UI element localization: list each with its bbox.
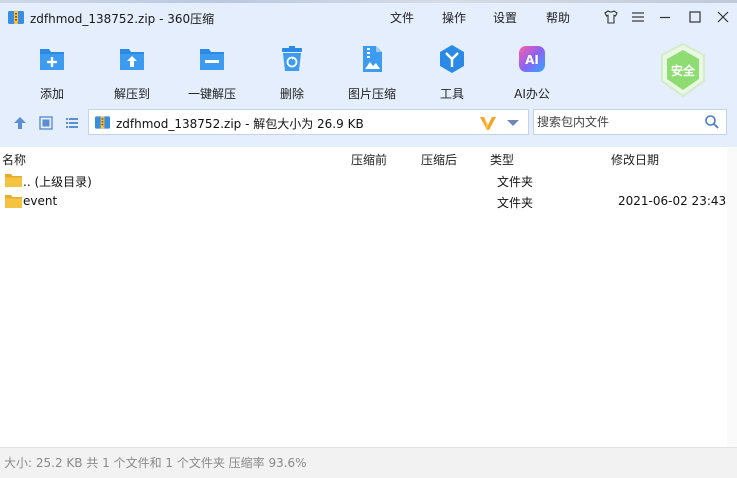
file-type: 文件夹 (497, 196, 534, 210)
ai-office-button[interactable]: AI AI办公 (496, 37, 568, 101)
address-bar[interactable]: zdfhmod_138752.zip - 解包大小为 26.9 KB (88, 109, 529, 135)
title-bar[interactable]: zdfhmod_138752.zip - 360压缩 文件 操作 设置 帮助 (0, 3, 737, 31)
maximize-icon (689, 11, 701, 23)
skin-button[interactable] (602, 8, 620, 26)
file-list-header: 名称 压缩前 压缩后 类型 修改日期 (0, 147, 737, 169)
status-text: 大小: 25.2 KB 共 1 个文件和 1 个文件夹 压缩率 93.6% (4, 456, 307, 470)
list-view-icon[interactable] (64, 115, 80, 131)
main-menu-button[interactable] (629, 8, 647, 26)
ai-office-icon: AI (519, 46, 545, 72)
column-compressed-before[interactable]: 压缩前 (351, 151, 387, 168)
table-row[interactable]: .. (上级目录) 文件夹 (0, 170, 737, 191)
one-click-extract-label: 一键解压 (187, 87, 236, 101)
maximize-button[interactable] (686, 8, 704, 26)
safe-shield-badge[interactable]: 安全 (657, 41, 709, 99)
file-name: .. (上级目录) (23, 175, 92, 189)
menu-help[interactable]: 帮助 (546, 9, 570, 26)
archive-path-text: zdfhmod_138752.zip - 解包大小为 26.9 KB (116, 117, 364, 131)
file-type: 文件夹 (497, 175, 534, 189)
extract-to-label: 解压到 (113, 87, 150, 101)
safe-badge-text: 安全 (671, 63, 696, 78)
search-icon[interactable] (704, 114, 720, 130)
add-label: 添加 (39, 87, 64, 101)
status-bar: 大小: 25.2 KB 共 1 个文件和 1 个文件夹 压缩率 93.6% (0, 447, 737, 478)
image-compress-icon (363, 46, 382, 72)
extract-to-button[interactable]: 解压到 (96, 37, 168, 101)
delete-button[interactable]: 删除 (256, 37, 328, 101)
add-icon (40, 49, 64, 70)
close-button[interactable] (714, 8, 732, 26)
one-click-extract-icon (200, 49, 224, 70)
thumbnail-view-icon[interactable] (38, 115, 54, 131)
tools-icon (440, 45, 464, 73)
address-dropdown-icon[interactable] (507, 120, 519, 126)
tools-label: 工具 (439, 87, 464, 101)
shirt-icon (604, 10, 618, 24)
delete-icon (282, 46, 302, 71)
vertical-scrollbar-track[interactable] (727, 147, 737, 447)
menu-operate[interactable]: 操作 (442, 9, 466, 26)
zip-app-icon (8, 11, 24, 24)
one-click-extract-button[interactable]: 一键解压 (176, 37, 248, 101)
app-window: zdfhmod_138752.zip - 360压缩 文件 操作 设置 帮助 添… (0, 3, 737, 478)
zip-file-icon (95, 116, 110, 129)
add-button[interactable]: 添加 (16, 37, 88, 101)
minimize-button[interactable] (656, 8, 674, 26)
file-date: 2021-06-02 23:43 (618, 194, 727, 208)
folder-icon (5, 174, 22, 187)
minimize-icon (660, 16, 670, 19)
address-row: zdfhmod_138752.zip - 解包大小为 26.9 KB (0, 101, 737, 147)
column-type[interactable]: 类型 (490, 151, 514, 168)
image-compress-label: 图片压缩 (347, 87, 396, 101)
menu-settings[interactable]: 设置 (493, 9, 517, 26)
extract-to-icon (120, 49, 144, 70)
v-logo-icon[interactable] (479, 115, 497, 131)
ai-office-label: AI办公 (514, 87, 550, 101)
menu-file[interactable]: 文件 (390, 9, 414, 26)
window-title: zdfhmod_138752.zip - 360压缩 (30, 12, 215, 26)
folder-icon (5, 195, 22, 208)
column-modified-date[interactable]: 修改日期 (611, 151, 659, 168)
file-name: event (23, 194, 58, 208)
search-box[interactable] (533, 109, 727, 135)
main-toolbar: 添加 解压到 一键解压 删除 图片压缩 工具 AI AI办公 安全 (0, 31, 737, 101)
column-compressed-after[interactable]: 压缩后 (421, 151, 457, 168)
ai-badge-text: AI (525, 53, 539, 67)
tools-button[interactable]: 工具 (416, 37, 488, 101)
close-icon (717, 11, 729, 23)
search-input[interactable] (537, 113, 697, 131)
hamburger-menu-icon (632, 12, 644, 22)
delete-label: 删除 (279, 87, 304, 101)
column-name[interactable]: 名称 (2, 151, 26, 168)
image-compress-button[interactable]: 图片压缩 (336, 37, 408, 101)
table-row[interactable]: event 文件夹 2021-06-02 23:43 (0, 191, 737, 212)
up-arrow-icon[interactable] (12, 115, 28, 131)
